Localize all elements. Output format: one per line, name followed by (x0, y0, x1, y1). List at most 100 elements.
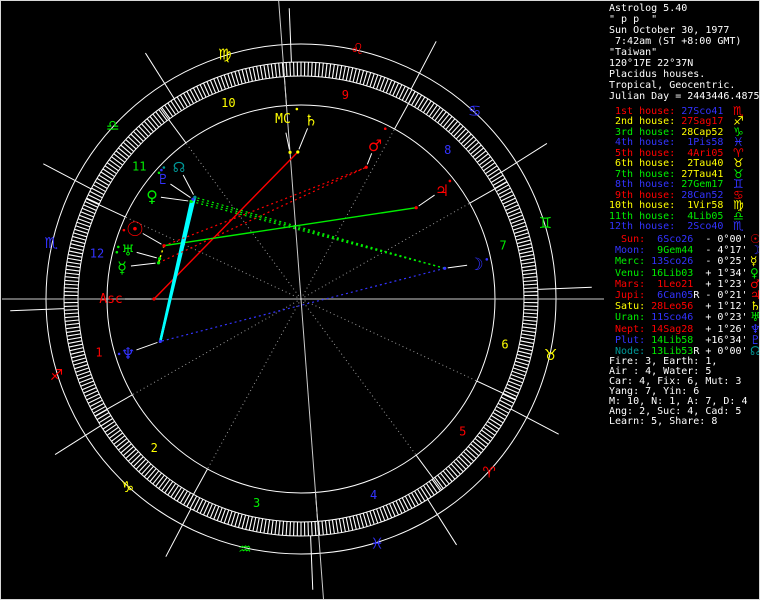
degree-tick (146, 468, 157, 480)
degree-tick (310, 62, 313, 77)
degree-tick (455, 458, 467, 470)
chart-date: Sun October 30, 1977 (609, 25, 730, 36)
degree-tick (442, 116, 453, 128)
degree-tick (518, 246, 533, 251)
planet-rim-dot (485, 258, 489, 261)
sign-glyph-7: ♏ (45, 234, 59, 252)
degree-tick (465, 448, 477, 459)
degree-tick (463, 451, 475, 462)
degree-tick (281, 521, 285, 536)
sign-boundary (288, 8, 292, 63)
degree-tick (474, 437, 487, 448)
degree-tick (111, 156, 124, 166)
degree-tick (285, 521, 288, 536)
degree-tick (324, 520, 328, 535)
degree-tick (179, 490, 188, 504)
degree-tick (104, 423, 117, 433)
degree-tick (431, 479, 441, 492)
planet-row-sun: Sun: 6Sco26 - 0°00' ☉ (609, 232, 760, 246)
sign-boundary (410, 41, 437, 90)
degree-tick (113, 435, 126, 445)
wheel-satu-glyph: ♄ (304, 111, 317, 129)
degree-tick (141, 123, 152, 135)
degree-tick (65, 326, 80, 330)
sign-boundary (145, 52, 175, 99)
degree-tick (352, 68, 357, 83)
degree-tick (349, 516, 354, 531)
degree-tick (106, 162, 119, 172)
mc-ic-axis (278, 1, 324, 599)
degree-tick (289, 62, 292, 77)
degree-tick (263, 64, 267, 79)
degree-tick (256, 517, 260, 532)
planet-rim-dot (122, 228, 126, 232)
degree-tick (439, 113, 450, 126)
degree-tick (67, 257, 82, 262)
house-sign-glyph: ♏ (733, 218, 744, 233)
aspect-opposition-line (160, 267, 445, 343)
degree-tick (106, 426, 119, 436)
degree-tick (270, 63, 274, 78)
aspect-conjunction-line (159, 245, 165, 259)
house-cusp (159, 107, 187, 144)
sign-boundary (537, 286, 592, 290)
degree-tick (490, 174, 504, 183)
degree-tick (328, 520, 332, 535)
sign-glyph-6: ♎ (106, 116, 119, 134)
degree-tick (417, 488, 426, 502)
degree-tick (460, 453, 472, 465)
degree-tick (522, 272, 537, 276)
degree-tick (241, 514, 247, 529)
degree-tick (366, 511, 372, 526)
degree-tick (248, 67, 253, 82)
house-cusp (186, 468, 208, 507)
degree-tick (521, 261, 536, 265)
house-number-3: 3 (253, 496, 260, 510)
planet-rim-dot (162, 166, 166, 169)
sign-boundary (43, 163, 92, 190)
sign-glyph-0: ♈ (482, 464, 495, 482)
wheel-uran-glyph: ♅ (121, 241, 134, 259)
degree-tick (263, 519, 267, 534)
degree-tick (522, 268, 537, 272)
degree-tick (113, 153, 126, 163)
degree-tick (164, 104, 174, 117)
sign-boundary (501, 143, 548, 173)
degree-tick (523, 283, 538, 286)
degree-tick (420, 98, 429, 112)
degree-tick (100, 171, 114, 180)
sign-boundary (54, 425, 101, 455)
house-cusp (86, 198, 126, 218)
degree-tick (118, 440, 130, 451)
degree-tick (73, 360, 88, 366)
degree-tick (72, 357, 87, 363)
degree-tick (135, 458, 147, 470)
house-number-7: 7 (499, 239, 506, 253)
degree-tick (64, 283, 79, 286)
degree-tick (445, 118, 456, 130)
house-number-2: 2 (151, 441, 158, 455)
planet-pointer (366, 153, 373, 165)
degree-tick (173, 98, 182, 112)
degree-tick (248, 516, 253, 531)
degree-tick (73, 232, 88, 238)
house-cusp (476, 380, 516, 400)
degree-tick (245, 68, 250, 83)
degree-tick (133, 456, 144, 467)
planet-glyph: ☊ (750, 344, 760, 358)
planet-hub-dot (296, 150, 300, 154)
degree-tick (523, 308, 538, 311)
degree-tick (513, 228, 528, 234)
degree-tick (470, 443, 482, 454)
wheel-merc-glyph: ☿ (117, 258, 127, 277)
degree-tick (122, 141, 135, 152)
house-number-5: 5 (459, 424, 466, 438)
degree-tick (448, 465, 459, 478)
planet-hub-dot (414, 206, 418, 210)
house-cusp-radial (132, 298, 302, 396)
chart-time: 7:42am (ST +8:00 GMT) (609, 36, 742, 47)
degree-tick (72, 235, 87, 241)
degree-tick (125, 139, 137, 150)
sign-glyph-8: ♐ (50, 366, 63, 384)
degree-tick (458, 131, 469, 142)
